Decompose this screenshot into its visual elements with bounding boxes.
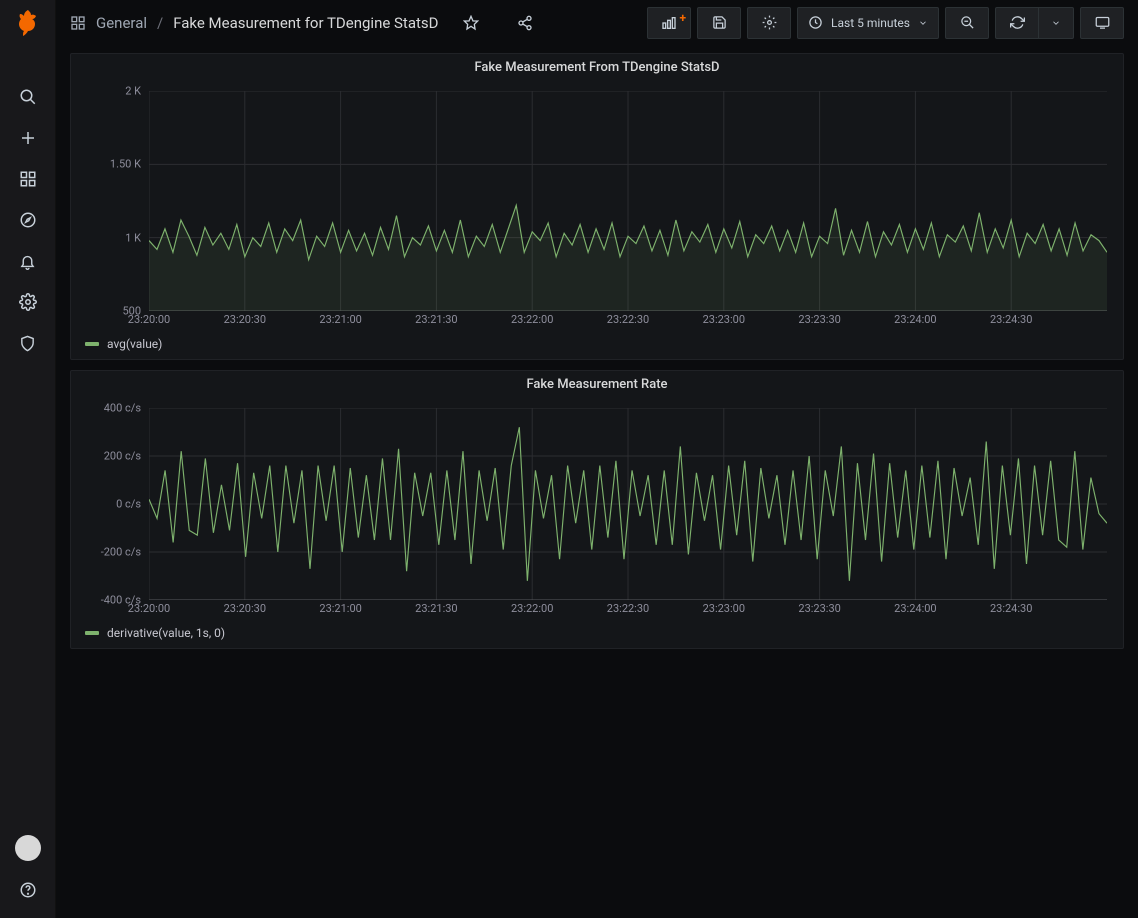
- star-button[interactable]: [449, 7, 493, 39]
- share-button[interactable]: [503, 7, 547, 39]
- y-axis-labels: -400 c/s-200 c/s0 c/s200 c/s400 c/s: [81, 398, 145, 600]
- config-icon[interactable]: [11, 285, 45, 319]
- refresh-interval-button[interactable]: [1038, 7, 1074, 39]
- chevron-down-icon: [918, 18, 928, 28]
- legend-label: derivative(value, 1s, 0): [107, 626, 225, 640]
- time-range-label: Last 5 minutes: [831, 16, 910, 30]
- grafana-logo[interactable]: [11, 6, 45, 40]
- panel-measurement[interactable]: Fake Measurement From TDengine StatsD 50…: [70, 53, 1124, 360]
- page-title[interactable]: Fake Measurement for TDengine StatsD: [173, 14, 438, 32]
- grafana-icon: [16, 10, 40, 36]
- alerting-icon[interactable]: [11, 244, 45, 278]
- breadcrumb-folder[interactable]: General: [96, 14, 147, 32]
- plus-icon[interactable]: [11, 121, 45, 155]
- legend-swatch: [85, 631, 99, 635]
- plus-badge: +: [679, 11, 686, 25]
- breadcrumb-sep: /: [157, 14, 163, 32]
- refresh-button[interactable]: [995, 7, 1038, 39]
- time-range-picker[interactable]: Last 5 minutes: [797, 7, 939, 39]
- chevron-down-icon: [1051, 18, 1061, 28]
- panel-title: Fake Measurement From TDengine StatsD: [71, 54, 1123, 81]
- legend-label: avg(value): [107, 337, 162, 351]
- chart-plot[interactable]: [149, 408, 1107, 600]
- chart-legend[interactable]: avg(value): [71, 337, 1123, 359]
- explore-icon[interactable]: [11, 203, 45, 237]
- zoom-out-button[interactable]: [945, 7, 989, 39]
- search-icon[interactable]: [11, 80, 45, 114]
- settings-button[interactable]: [747, 7, 791, 39]
- chart-plot[interactable]: [149, 91, 1107, 311]
- sidebar: [0, 0, 56, 918]
- topbar: General / Fake Measurement for TDengine …: [56, 0, 1138, 45]
- help-icon[interactable]: [11, 873, 45, 907]
- y-axis-labels: 5001 K1.50 K2 K: [81, 81, 145, 311]
- x-axis-labels: 23:20:0023:20:3023:21:0023:21:3023:22:00…: [149, 602, 1107, 620]
- save-button[interactable]: [697, 7, 741, 39]
- avatar[interactable]: [15, 835, 41, 861]
- x-axis-labels: 23:20:0023:20:3023:21:0023:21:3023:22:00…: [149, 313, 1107, 331]
- dashboards-icon[interactable]: [11, 162, 45, 196]
- breadcrumb: General / Fake Measurement for TDengine …: [70, 7, 637, 39]
- panel-title: Fake Measurement Rate: [71, 371, 1123, 398]
- dashboards-icon[interactable]: [70, 15, 86, 31]
- legend-swatch: [85, 342, 99, 346]
- tv-mode-button[interactable]: [1080, 7, 1124, 39]
- panel-rate[interactable]: Fake Measurement Rate -400 c/s-200 c/s0 …: [70, 370, 1124, 649]
- add-panel-button[interactable]: +: [647, 7, 691, 39]
- chart-legend[interactable]: derivative(value, 1s, 0): [71, 626, 1123, 648]
- shield-icon[interactable]: [11, 326, 45, 360]
